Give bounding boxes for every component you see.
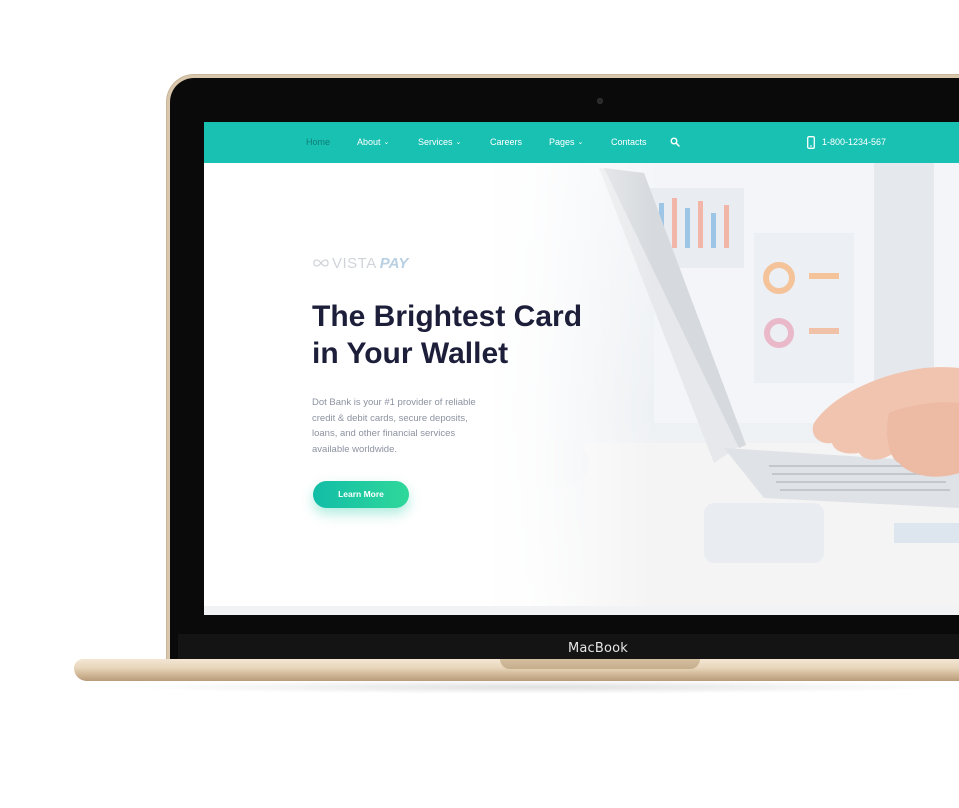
learn-more-button[interactable]: Learn More — [313, 481, 409, 508]
logo-text: VISTA — [332, 254, 377, 272]
nav-item-label: Contacts — [611, 137, 647, 147]
hero-description: Dot Bank is your #1 provider of reliable… — [312, 397, 476, 455]
macbook-label: MacBook — [567, 641, 629, 656]
logo-accent-text: PAY — [379, 254, 409, 272]
search-icon[interactable] — [670, 137, 680, 147]
laptop-shadow — [120, 680, 959, 694]
nav-item-home[interactable]: Home — [306, 122, 330, 163]
webcam — [597, 98, 603, 104]
hero-title: The Brightest Card in Your Wallet — [312, 298, 632, 372]
chevron-down-icon: ⌄ — [577, 139, 584, 146]
infinity-logo-icon — [313, 259, 329, 267]
website-screen: Home About ⌄ Services ⌄ Careers Pages ⌄ Con… — [204, 122, 959, 615]
nav-item-pages[interactable]: Pages ⌄ — [549, 122, 583, 163]
nav-item-services[interactable]: Services ⌄ — [418, 122, 461, 163]
nav-item-label: Pages — [549, 137, 575, 147]
laptop-hinge-notch — [500, 659, 700, 669]
hero-title-line-2: in Your Wallet — [312, 337, 509, 370]
chevron-down-icon: ⌄ — [383, 139, 390, 146]
nav-item-contacts[interactable]: Contacts — [611, 122, 647, 163]
screen-bottom-edge — [204, 606, 959, 615]
hero-section: VISTA PAY The Brightest Card in Your Wal… — [204, 163, 959, 615]
nav-item-careers[interactable]: Careers — [490, 122, 522, 163]
mobile-phone-icon — [807, 136, 815, 149]
phone-number[interactable]: 1-800-1234-567 — [822, 122, 886, 163]
hero-title-line-1: The Brightest Card — [312, 300, 583, 333]
nav-item-label: Services — [418, 137, 453, 147]
nav-item-label: Careers — [490, 137, 523, 147]
hero-gradient-overlay — [454, 163, 654, 615]
nav-item-label: Home — [306, 137, 331, 147]
top-navigation-bar: Home About ⌄ Services ⌄ Careers Pages ⌄ Con… — [204, 122, 959, 163]
nav-item-label: About — [357, 137, 381, 147]
chevron-down-icon: ⌄ — [455, 139, 462, 146]
vista-pay-logo: VISTA PAY — [312, 253, 408, 273]
nav-item-about[interactable]: About ⌄ — [357, 122, 389, 163]
